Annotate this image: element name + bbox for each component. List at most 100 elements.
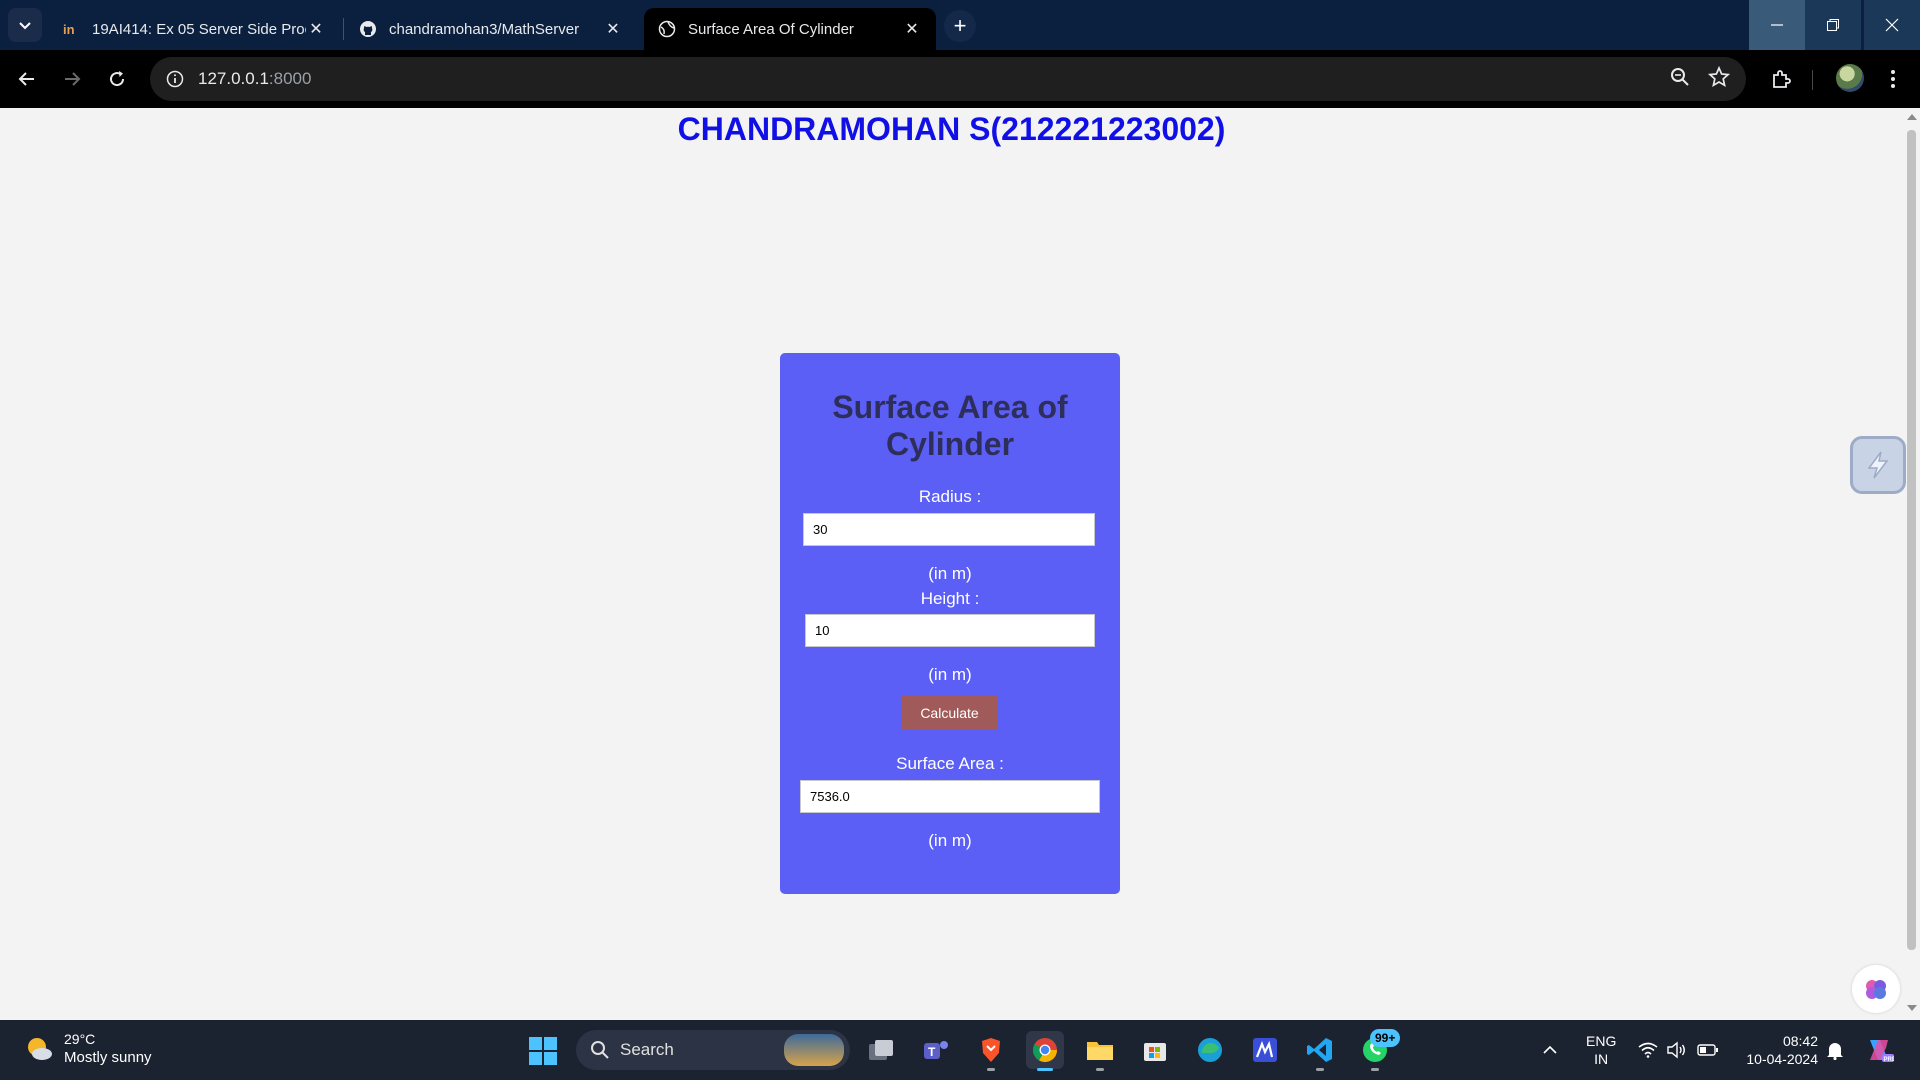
tab-title: chandramohan3/MathServer	[389, 20, 580, 38]
browser-toolbar: 127.0.0.1:8000	[0, 50, 1920, 108]
running-indicator	[1316, 1068, 1324, 1071]
zoom-icon[interactable]	[1670, 67, 1690, 92]
tab-github[interactable]: chandramohan3/MathServer ✕	[345, 8, 637, 50]
radius-label: Radius :	[918, 487, 982, 506]
partly-sunny-icon	[28, 1037, 52, 1060]
volume-icon[interactable]	[1666, 1020, 1686, 1080]
language-indicator[interactable]: ENG IN	[1586, 1032, 1616, 1068]
back-button[interactable]	[9, 61, 45, 97]
surface-area-unit: (in m)	[928, 831, 972, 850]
surface-area-label: Surface Area :	[896, 754, 1004, 773]
restore-icon	[1827, 19, 1839, 31]
profile-avatar[interactable]	[1836, 64, 1864, 92]
close-tab-icon[interactable]: ✕	[306, 19, 326, 39]
brain-icon	[1866, 980, 1886, 999]
surface-area-output[interactable]	[800, 780, 1100, 813]
region-code: IN	[1594, 1051, 1609, 1067]
arrow-left-icon	[18, 72, 34, 86]
search-highlight-image	[784, 1034, 844, 1066]
new-tab-button[interactable]: +	[944, 10, 976, 42]
restore-button[interactable]	[1805, 0, 1861, 50]
running-indicator	[1096, 1068, 1104, 1071]
form-title: Surface Area of Cylinder	[832, 389, 1068, 462]
clock-time: 08:42	[1782, 1033, 1818, 1049]
url-text: 127.0.0.1:8000	[198, 69, 311, 89]
radius-input[interactable]	[803, 513, 1095, 546]
site-info-icon[interactable]	[162, 66, 188, 92]
page-scrollbar[interactable]	[1903, 108, 1920, 1020]
svg-text:in: in	[63, 22, 75, 36]
forward-button[interactable]	[54, 61, 90, 97]
floating-extension-button[interactable]	[1850, 436, 1906, 494]
copilot-icon[interactable]: PRE	[1864, 1020, 1894, 1080]
battery-icon[interactable]	[1697, 1020, 1719, 1080]
clock-date: 10-04-2024	[1746, 1051, 1818, 1067]
height-input[interactable]	[805, 614, 1095, 647]
tab-surface-area[interactable]: Surface Area Of Cylinder ✕	[644, 8, 936, 50]
search-label: Search	[620, 1040, 674, 1059]
file-explorer-icon[interactable]	[1081, 1031, 1119, 1071]
notifications-bell-icon[interactable]	[1826, 1020, 1844, 1080]
height-label: Height :	[920, 589, 980, 608]
minimize-icon	[1771, 24, 1783, 26]
calculator-card: Surface Area of Cylinder Radius : (in m)…	[780, 353, 1120, 894]
running-indicator	[987, 1068, 995, 1071]
floating-ai-button[interactable]	[1852, 965, 1900, 1013]
tab-separator	[343, 18, 344, 40]
toolbar-divider	[1812, 70, 1813, 90]
site-favicon-icon: in	[62, 20, 80, 38]
url-host: 127.0.0.1	[198, 69, 269, 88]
browser-tab-strip: in 19AI414: Ex 05 Server Side Proc ✕ cha…	[0, 0, 1920, 50]
extensions-button[interactable]	[1763, 61, 1799, 97]
arrow-right-icon	[65, 72, 81, 86]
tab-search-button[interactable]	[8, 8, 42, 42]
chevron-up-icon	[1543, 1045, 1557, 1054]
teams-icon[interactable]: T	[917, 1031, 955, 1069]
close-tab-icon[interactable]: ✕	[603, 19, 623, 39]
notification-badge: 99+	[1370, 1029, 1401, 1047]
chrome-icon[interactable]	[1026, 1031, 1064, 1071]
system-clock[interactable]: 08:42 10-04-2024	[1738, 1032, 1818, 1068]
scrollbar-thumb[interactable]	[1907, 130, 1916, 950]
svg-text:T: T	[928, 1045, 936, 1059]
bookmark-star-icon[interactable]	[1707, 65, 1731, 93]
running-indicator	[1371, 1068, 1379, 1071]
address-bar[interactable]: 127.0.0.1:8000	[150, 57, 1746, 101]
close-icon	[1885, 18, 1899, 32]
windows-taskbar: 29°C Mostly sunny Search T 99+ ENG IN 08…	[0, 1020, 1920, 1080]
weather-temperature: 29°C	[64, 1031, 96, 1047]
web-page: CHANDRAMOHAN S(212221223002) Surface Are…	[0, 108, 1903, 1020]
reload-button[interactable]	[99, 61, 135, 97]
task-view-icon[interactable]	[862, 1031, 900, 1069]
weather-widget[interactable]: 29°C Mostly sunny	[24, 1030, 152, 1067]
puzzle-icon	[1773, 70, 1791, 88]
vscode-icon[interactable]	[1301, 1031, 1339, 1071]
close-window-button[interactable]	[1864, 0, 1920, 50]
windows-start-icon[interactable]	[528, 1036, 558, 1066]
running-indicator	[1037, 1068, 1053, 1071]
tab-ex05[interactable]: in 19AI414: Ex 05 Server Side Proc ✕	[48, 8, 340, 50]
edge-icon[interactable]	[1191, 1031, 1229, 1069]
reload-icon	[110, 71, 125, 87]
close-tab-icon[interactable]: ✕	[902, 19, 922, 39]
mathpix-icon[interactable]	[1246, 1031, 1284, 1069]
svg-text:PRE: PRE	[1884, 1057, 1895, 1063]
brave-icon[interactable]	[972, 1031, 1010, 1071]
plus-icon: +	[953, 13, 967, 38]
lightning-icon	[1867, 451, 1889, 479]
url-port: :8000	[268, 69, 312, 88]
height-unit: (in m)	[928, 665, 972, 684]
radius-unit: (in m)	[928, 564, 972, 583]
language-code: ENG	[1586, 1033, 1617, 1049]
microsoft-store-icon[interactable]	[1136, 1031, 1174, 1069]
page-heading: CHANDRAMOHAN S(212221223002)	[677, 111, 1226, 147]
scroll-up-arrow-icon[interactable]	[1907, 114, 1917, 120]
show-hidden-icons-button[interactable]	[1542, 1020, 1558, 1080]
minimize-button[interactable]	[1749, 0, 1805, 50]
menu-button[interactable]	[1875, 61, 1911, 97]
globe-icon	[658, 20, 676, 38]
taskbar-search[interactable]: Search	[576, 1030, 850, 1070]
scroll-down-arrow-icon[interactable]	[1907, 1005, 1917, 1011]
calculate-button[interactable]: Calculate	[902, 696, 997, 730]
wifi-icon[interactable]	[1638, 1020, 1658, 1080]
